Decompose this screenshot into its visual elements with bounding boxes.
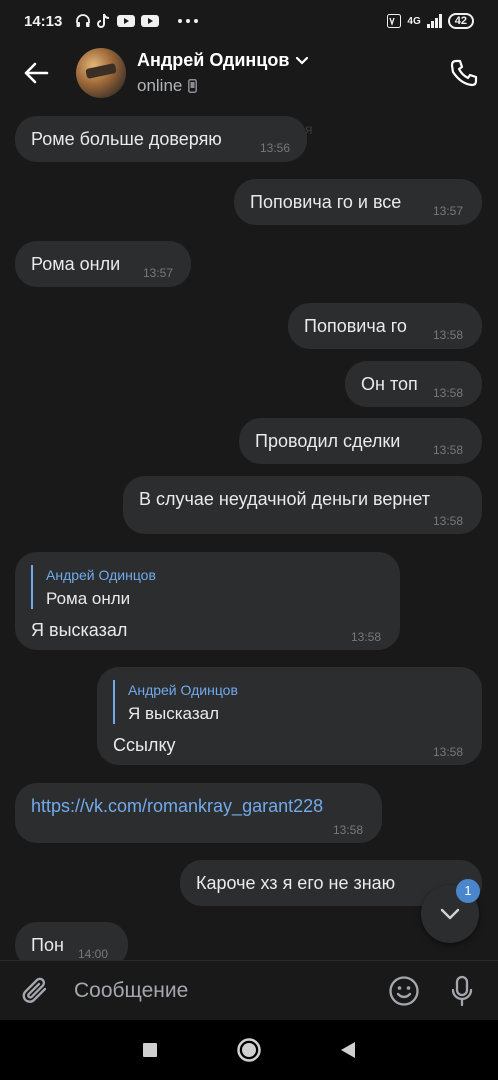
mobile-device-icon (188, 79, 198, 93)
youtube-icon (141, 15, 160, 27)
message-text: Пон (31, 935, 64, 955)
message-incoming-link[interactable]: https://vk.com/romankray_garant228 13:58 (15, 783, 382, 843)
reply-author: Андрей Одинцов (46, 567, 156, 583)
message-input[interactable] (74, 978, 386, 1003)
chevron-down-icon (296, 56, 309, 65)
message-text: Роме больше доверяю (31, 129, 222, 149)
chat-header: Андрей Одинцов online (0, 42, 498, 104)
message-text: Рома онли (31, 254, 121, 274)
message-text: Я высказал (31, 620, 128, 640)
message-outgoing[interactable]: В случае неудачной деньги вернет 13:58 (123, 476, 482, 534)
message-time: 13:57 (433, 204, 464, 218)
reply-text: Рома онли (46, 589, 131, 608)
message-time: 14:00 (78, 947, 109, 960)
message-text: Кароче хз я его не знаю (196, 873, 396, 893)
voice-message-button[interactable] (444, 973, 480, 1009)
message-text: Поповича го и все (250, 192, 402, 212)
message-outgoing-reply[interactable]: Андрей Одинцов Я высказал Ссылку 13:58 (97, 667, 482, 765)
message-link[interactable]: https://vk.com/romankray_garant228 (31, 796, 323, 817)
volte-icon (387, 14, 402, 28)
unread-badge: 1 (456, 879, 480, 903)
emoji-icon (389, 975, 419, 1006)
back-triangle-icon[interactable] (340, 1041, 356, 1059)
battery-level: 42 (447, 13, 474, 29)
message-outgoing[interactable]: Он топ 13:58 (345, 361, 482, 407)
message-outgoing[interactable]: Поповича го 13:58 (288, 303, 482, 349)
reply-quote-bar (113, 680, 115, 724)
more-dots-icon (178, 19, 199, 23)
message-text: Поповича го (304, 316, 407, 336)
message-time: 13:58 (433, 386, 464, 400)
message-outgoing[interactable]: Проводил сделки 13:58 (239, 418, 482, 464)
back-arrow-icon (24, 62, 49, 84)
message-text: В случае неудачной деньги вернет (139, 489, 430, 509)
network-type: 4G (407, 15, 421, 27)
message-incoming[interactable]: Роме больше доверяю 13:56 (15, 116, 307, 162)
message-incoming[interactable]: Пон 14:00 (15, 922, 128, 960)
message-time: 13:58 (433, 745, 464, 759)
message-outgoing[interactable]: Поповича го и все 13:57 (234, 179, 482, 225)
message-time: 13:58 (333, 823, 364, 837)
emoji-button[interactable] (386, 973, 422, 1009)
attach-icon (22, 977, 47, 1003)
message-time: 13:58 (433, 443, 464, 457)
reply-quote-bar (31, 565, 33, 609)
contact-name: Андрей Одинцов (137, 50, 290, 70)
call-button[interactable] (446, 55, 482, 91)
message-text: Ссылку (113, 735, 176, 755)
recents-square-icon[interactable] (142, 1042, 158, 1058)
reply-author: Андрей Одинцов (128, 682, 238, 698)
message-time: 13:56 (260, 141, 291, 155)
youtube-icon (117, 15, 136, 27)
back-button[interactable] (20, 57, 52, 89)
headphones-icon (76, 14, 91, 27)
signal-icon (426, 14, 442, 28)
chevron-down-icon (440, 908, 460, 920)
microphone-icon (451, 975, 473, 1006)
message-list[interactable]: Сегодня, 23 апреля Роме больше доверяю 1… (0, 108, 498, 960)
system-nav-bar (0, 1020, 498, 1080)
message-composer (0, 960, 498, 1020)
home-circle-icon[interactable] (236, 1037, 262, 1063)
message-incoming-reply[interactable]: Андрей Одинцов Рома онли Я высказал 13:5… (15, 552, 400, 650)
status-time: 14:13 (24, 12, 63, 30)
message-text: Проводил сделки (255, 431, 401, 451)
attach-button[interactable] (18, 973, 54, 1009)
avatar[interactable] (76, 48, 126, 98)
message-time: 13:58 (433, 328, 464, 342)
message-incoming[interactable]: Рома онли 13:57 (15, 241, 191, 287)
message-time: 13:58 (433, 514, 464, 528)
status-bar: 14:13 4G 42 (0, 0, 498, 42)
message-time: 13:58 (351, 630, 382, 644)
contact-info[interactable]: Андрей Одинцов online (137, 50, 309, 96)
message-time: 13:57 (143, 266, 174, 280)
reply-text: Я высказал (128, 704, 219, 723)
message-text: Он топ (361, 374, 418, 394)
contact-status: online (137, 76, 183, 95)
tiktok-icon (97, 13, 110, 28)
phone-icon (450, 59, 478, 87)
